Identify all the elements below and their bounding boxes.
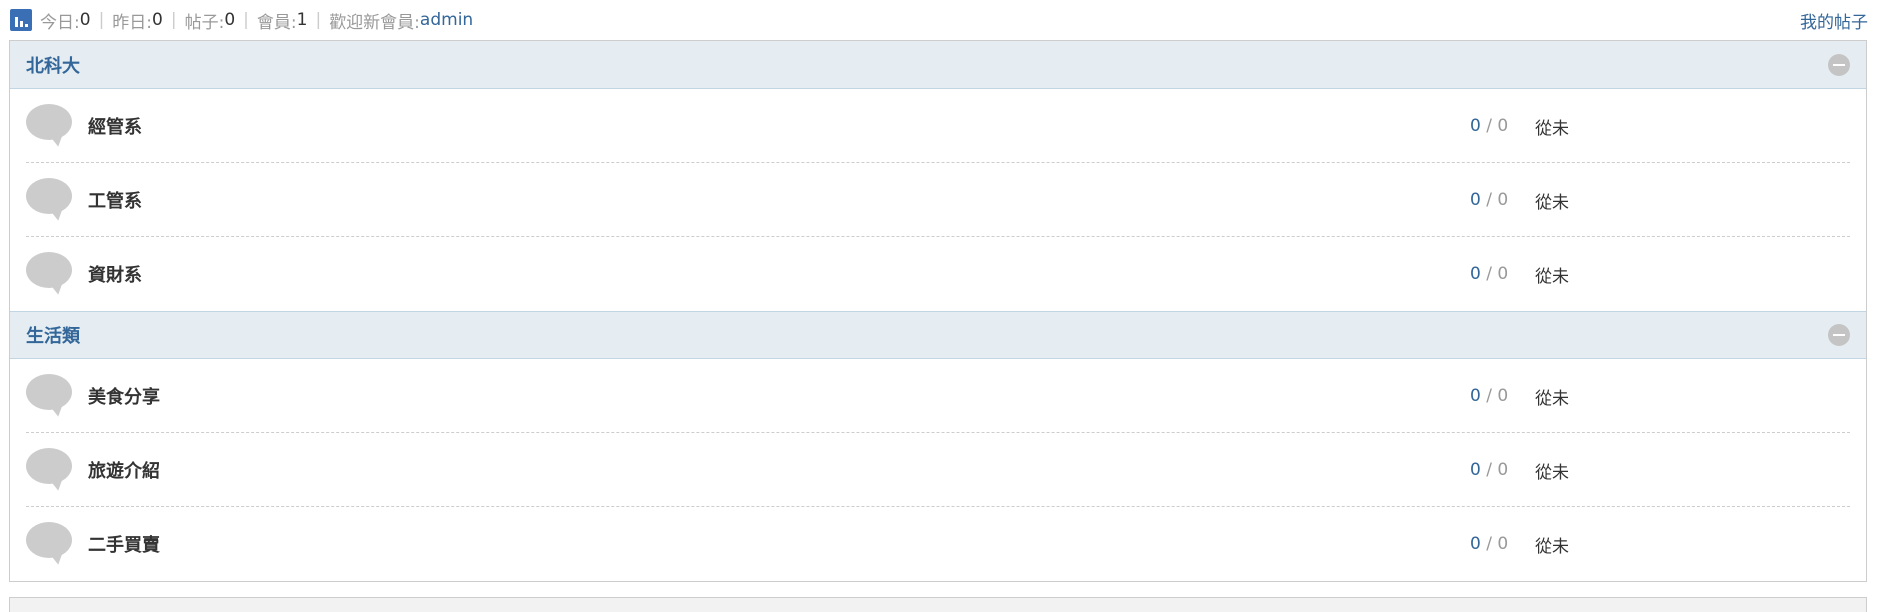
count-slash: / — [1486, 460, 1492, 480]
count-slash: / — [1486, 116, 1492, 136]
forum-count: 0 / 0 — [1470, 190, 1508, 210]
forum-row: 美食分享 0 / 0 從未 — [10, 359, 1866, 433]
speech-bubble-icon — [26, 522, 74, 567]
forum-name-link[interactable]: 旅遊介紹 — [88, 457, 160, 483]
yesterday-value: 0 — [152, 10, 163, 30]
thread-count: 0 — [1470, 534, 1481, 554]
count-slash: / — [1486, 190, 1492, 210]
speech-bubble-icon — [26, 104, 74, 149]
newest-member-link[interactable]: admin — [420, 10, 473, 30]
forum-row: 旅遊介紹 0 / 0 從未 — [10, 433, 1866, 507]
forum-name-link[interactable]: 二手買賣 — [88, 531, 160, 557]
forum-row: 資財系 0 / 0 從未 — [10, 237, 1866, 311]
category-header: 北科大 — [10, 41, 1866, 89]
members-label: 會員: — [256, 12, 297, 33]
speech-bubble-icon — [26, 448, 74, 493]
forum-index-page: 今日: 0 | 昨日: 0 | 帖子: 0 | 會員: 1 | 歡迎新會員: a… — [0, 0, 1878, 612]
post-count: 0 — [1497, 116, 1509, 136]
thread-count: 0 — [1470, 460, 1481, 480]
separator: | — [315, 10, 322, 30]
forum-name-link[interactable]: 工管系 — [88, 187, 142, 213]
newest-member-label: 歡迎新會員: — [329, 12, 420, 33]
forum-list: 經管系 0 / 0 從未 工管系 0 / 0 從未 資財系 0 / 0 從未 — [10, 89, 1866, 311]
thread-count: 0 — [1470, 116, 1481, 136]
collapse-icon[interactable] — [1828, 53, 1850, 76]
count-slash: / — [1486, 264, 1492, 284]
speech-bubble-icon — [26, 252, 74, 297]
speech-bubble-icon — [26, 374, 74, 419]
last-post: 從未 — [1535, 462, 1569, 483]
forum-count: 0 / 0 — [1470, 116, 1508, 136]
post-count: 0 — [1497, 190, 1509, 210]
post-count: 0 — [1497, 264, 1509, 284]
forum-list-box: 北科大 經管系 0 / 0 從未 工管系 0 / 0 從未 資財系 0 / 0 … — [9, 40, 1867, 582]
forum-row: 工管系 0 / 0 從未 — [10, 163, 1866, 237]
forum-row: 經管系 0 / 0 從未 — [10, 89, 1866, 163]
speech-bubble-icon — [26, 178, 74, 223]
forum-count: 0 / 0 — [1470, 386, 1508, 406]
members-value: 1 — [296, 10, 308, 30]
posts-label: 帖子: — [184, 12, 225, 33]
chart-icon — [10, 9, 32, 31]
forum-name-link[interactable]: 經管系 — [88, 113, 142, 139]
count-slash: / — [1486, 534, 1492, 554]
forum-name-link[interactable]: 美食分享 — [88, 383, 160, 409]
last-post: 從未 — [1535, 118, 1569, 139]
forum-name-link[interactable]: 資財系 — [88, 261, 142, 287]
bottom-panel — [9, 597, 1867, 612]
post-count: 0 — [1497, 460, 1509, 480]
category-title[interactable]: 北科大 — [26, 52, 80, 78]
count-slash: / — [1486, 386, 1492, 406]
today-label: 今日: — [40, 12, 80, 33]
forum-count: 0 / 0 — [1470, 460, 1508, 480]
today-value: 0 — [79, 10, 91, 30]
last-post: 從未 — [1535, 536, 1569, 557]
forum-list: 美食分享 0 / 0 從未 旅遊介紹 0 / 0 從未 二手買賣 0 / 0 從… — [10, 359, 1866, 581]
forum-count: 0 / 0 — [1470, 534, 1508, 554]
category-header: 生活類 — [10, 311, 1866, 359]
separator: | — [98, 10, 105, 30]
separator: | — [170, 10, 177, 30]
thread-count: 0 — [1470, 386, 1481, 406]
last-post: 從未 — [1535, 388, 1569, 409]
post-count: 0 — [1497, 386, 1509, 406]
stats-bar: 今日: 0 | 昨日: 0 | 帖子: 0 | 會員: 1 | 歡迎新會員: a… — [10, 5, 1868, 35]
collapse-icon[interactable] — [1828, 324, 1850, 346]
forum-row: 二手買賣 0 / 0 從未 — [10, 507, 1866, 581]
thread-count: 0 — [1470, 264, 1481, 284]
my-posts-link[interactable]: 我的帖子 — [1800, 8, 1868, 33]
last-post: 從未 — [1535, 266, 1569, 287]
yesterday-label: 昨日: — [112, 12, 153, 33]
post-count: 0 — [1497, 534, 1509, 554]
thread-count: 0 — [1470, 190, 1481, 210]
category-title[interactable]: 生活類 — [26, 322, 80, 348]
forum-count: 0 / 0 — [1470, 264, 1508, 284]
separator: | — [243, 10, 249, 30]
last-post: 從未 — [1535, 192, 1569, 213]
posts-value: 0 — [224, 10, 236, 30]
